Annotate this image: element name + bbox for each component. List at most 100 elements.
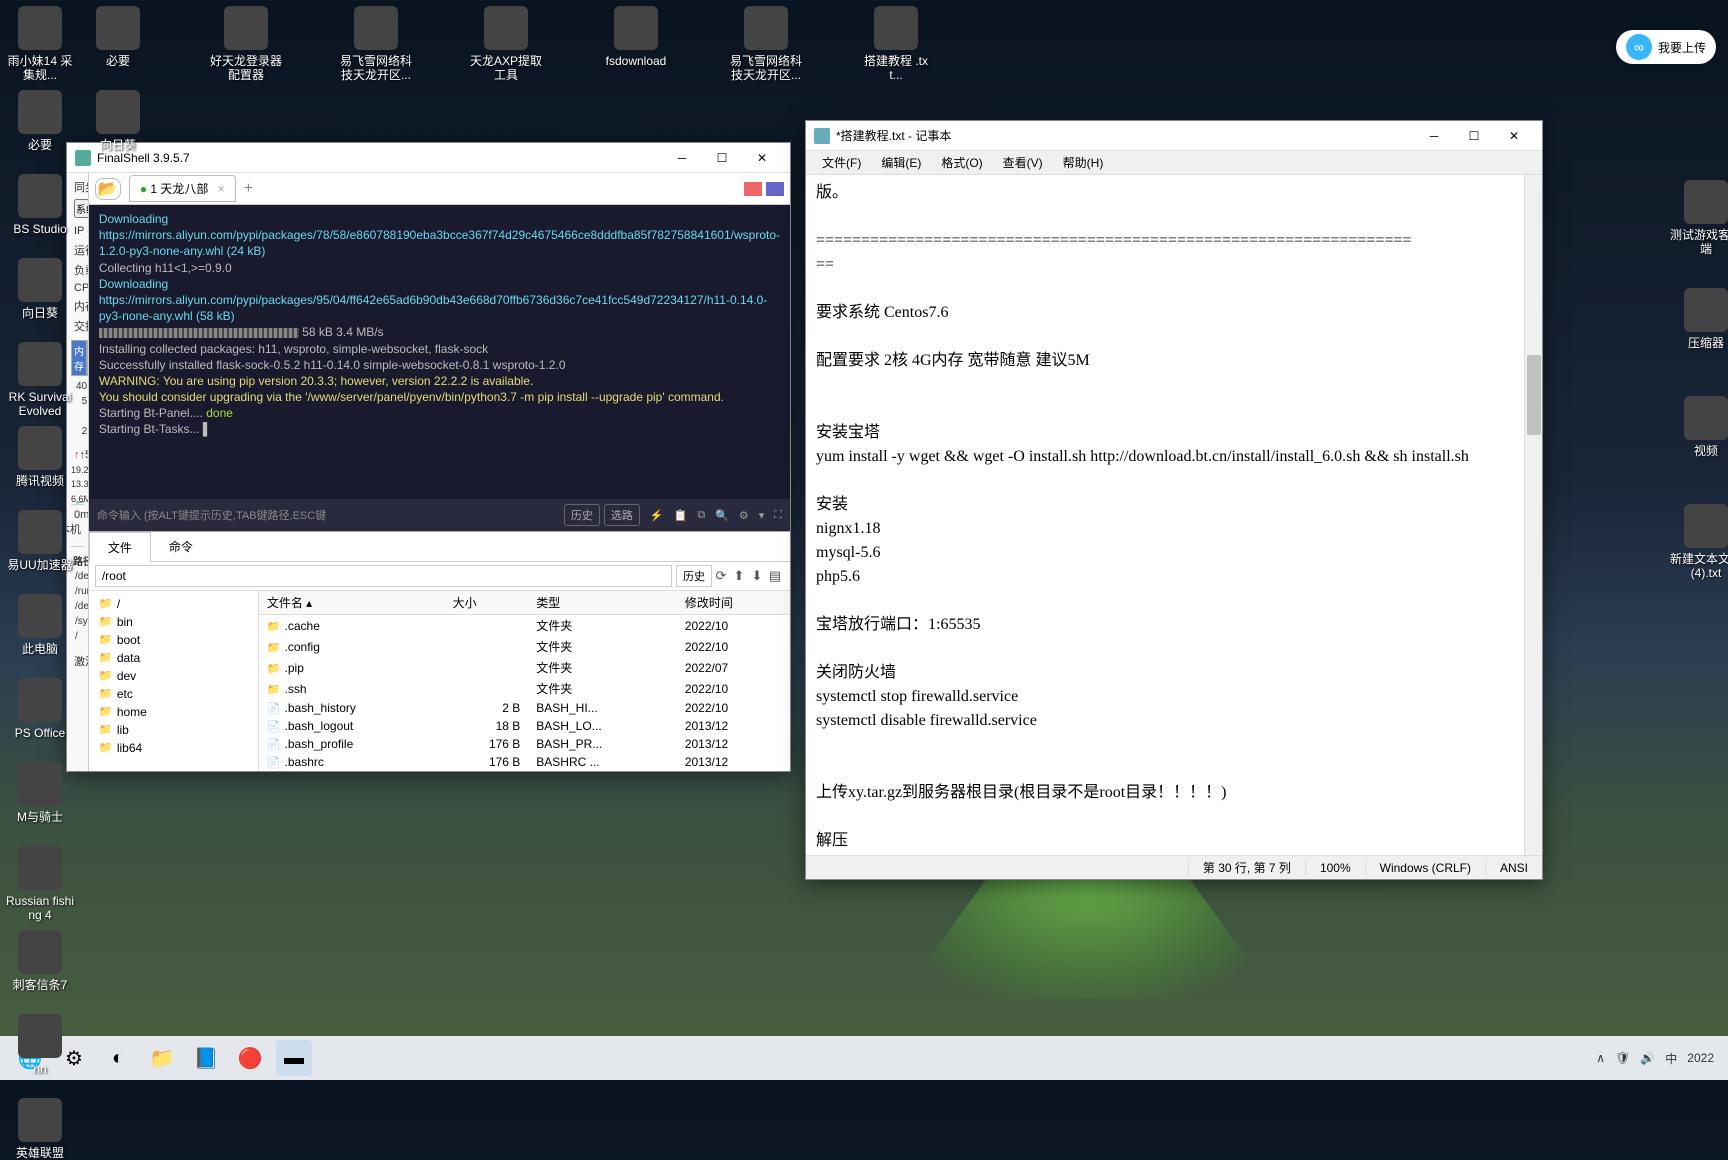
history-button[interactable]: 历史	[564, 504, 600, 526]
gear-icon[interactable]: ⚙	[739, 509, 749, 522]
desktop-icon[interactable]: 英雄联盟	[4, 1098, 76, 1160]
table-row[interactable]: .ssh文件夹2022/10	[259, 678, 790, 699]
tree-node[interactable]: data	[89, 649, 258, 667]
tree-node[interactable]: boot	[89, 631, 258, 649]
desktop-icon[interactable]: 必要	[4, 90, 76, 152]
scrollbar-thumb[interactable]	[1527, 355, 1541, 435]
tree-node[interactable]: /	[89, 595, 258, 613]
desktop-icon[interactable]: 易UU加速器	[4, 510, 76, 572]
add-tab-button[interactable]: +	[244, 180, 253, 198]
menu-item[interactable]: 查看(V)	[993, 151, 1053, 174]
table-row[interactable]: .bashrc176 BBASHRC ...2013/12	[259, 753, 790, 771]
maximize-button[interactable]: ☐	[702, 143, 742, 173]
desktop-icon[interactable]: 必要	[82, 6, 154, 68]
tree-node[interactable]: home	[89, 703, 258, 721]
close-button[interactable]: ✕	[742, 143, 782, 173]
copy-icon[interactable]: ⧉	[697, 509, 705, 522]
desktop-icon[interactable]: 测试游戏客户端	[1670, 180, 1728, 257]
ime-icon[interactable]: 中	[1665, 1050, 1677, 1067]
tab-files[interactable]: 文件	[89, 532, 151, 562]
desktop-icon[interactable]: M与骑士	[4, 762, 76, 824]
desktop-icon[interactable]: 易飞雪网络科技天龙开区...	[340, 6, 412, 83]
icon-label: 易飞雪网络科技天龙开区...	[730, 54, 802, 83]
desktop-icon[interactable]: 易飞雪网络科技天龙开区...	[730, 6, 802, 83]
list-view-icon[interactable]	[766, 182, 784, 196]
tray-icon[interactable]: 🔊	[1640, 1051, 1655, 1065]
terminal-output[interactable]: Downloading https://mirrors.aliyun.com/p…	[89, 205, 790, 499]
tree-node[interactable]: lib	[89, 721, 258, 739]
menu-item[interactable]: 帮助(H)	[1053, 151, 1114, 174]
desktop-icon[interactable]: nn	[4, 1014, 76, 1076]
search-icon[interactable]: 🔍	[715, 509, 729, 522]
desktop-icon[interactable]: 新建文本文档(4).txt	[1670, 504, 1728, 581]
bolt-icon[interactable]: ⚡	[650, 509, 664, 522]
steam-button[interactable]: ◐	[100, 1040, 136, 1076]
desktop-icon[interactable]: 视频	[1670, 396, 1728, 458]
clock[interactable]: 2022	[1687, 1051, 1714, 1065]
file-panel: 文件 命令 历史 ⟳ ⬆ ⬇ ▤ /binbootdatadevetchomel…	[89, 531, 790, 771]
table-row[interactable]: .bash_logout18 BBASH_LO...2013/12	[259, 717, 790, 735]
tab-commands[interactable]: 命令	[151, 532, 211, 561]
table-row[interactable]: .cache文件夹2022/10	[259, 615, 790, 637]
tree-node[interactable]: bin	[89, 613, 258, 631]
desktop-icon[interactable]: 压缩器	[1670, 288, 1728, 350]
explorer-button[interactable]: 📁	[144, 1040, 180, 1076]
path-history-button[interactable]: 历史	[676, 565, 712, 587]
grid-view-icon[interactable]	[744, 182, 762, 196]
desktop-icon[interactable]: fsdownload	[600, 6, 672, 68]
desktop-icon[interactable]: 雨小妹14 采集规...	[4, 6, 76, 83]
more-icon[interactable]: ▤	[766, 568, 784, 584]
sysinfo-button[interactable]: 系统信息	[74, 199, 89, 218]
table-row[interactable]: .bash_profile176 BBASH_PR...2013/12	[259, 735, 790, 753]
desktop-icon[interactable]: 此电脑	[4, 594, 76, 656]
menu-item[interactable]: 编辑(E)	[871, 151, 931, 174]
upload-icon[interactable]: ⬆	[730, 568, 748, 584]
app-icon	[18, 1098, 62, 1142]
file-list[interactable]: 文件名 ▴ 大小 类型 修改时间 .cache文件夹2022/10.config…	[259, 591, 790, 771]
notepad-content[interactable]	[806, 175, 1524, 855]
table-row[interactable]: .pip文件夹2022/07	[259, 657, 790, 678]
refresh-icon[interactable]: ⟳	[712, 568, 730, 584]
folder-icon[interactable]: 📂	[95, 178, 121, 200]
scrollbar[interactable]	[1524, 175, 1542, 855]
desktop-icon[interactable]: 搭建教程 .txt...	[860, 6, 932, 83]
table-row[interactable]: .config文件夹2022/10	[259, 636, 790, 657]
app-button[interactable]: 🔴	[232, 1040, 268, 1076]
desktop-icon[interactable]: 向日葵	[4, 258, 76, 320]
desktop-icon[interactable]: BS Studio	[4, 174, 76, 236]
desktop-icon[interactable]: 腾讯视频	[4, 426, 76, 488]
finalshell-titlebar[interactable]: FinalShell 3.9.5.7 ─ ☐ ✕	[67, 143, 790, 173]
minimize-button[interactable]: ─	[662, 143, 702, 173]
maximize-button[interactable]: ☐	[1454, 121, 1494, 151]
path-input[interactable]	[95, 565, 672, 587]
menu-item[interactable]: 格式(O)	[931, 151, 992, 174]
chevron-down-icon[interactable]: ▾	[759, 509, 765, 522]
notepad-titlebar[interactable]: *搭建教程.txt - 记事本 ─ ☐ ✕	[806, 121, 1542, 151]
ip-label: IP 81.69.229.128	[74, 225, 89, 237]
tree-node[interactable]: lib64	[89, 739, 258, 757]
desktop-icon[interactable]: 向日葵	[82, 90, 154, 152]
minimize-button[interactable]: ─	[1414, 121, 1454, 151]
path-button[interactable]: 选路	[604, 504, 640, 526]
table-row[interactable]: .bash_history2 BBASH_HI...2022/10	[259, 699, 790, 717]
tray-icon[interactable]: ∧	[1596, 1051, 1605, 1065]
desktop-icon[interactable]: PS Office	[4, 678, 76, 740]
session-tab[interactable]: ● 1 天龙八部 ×	[129, 175, 236, 202]
directory-tree[interactable]: /binbootdatadevetchomeliblib64	[89, 591, 259, 771]
tree-node[interactable]: etc	[89, 685, 258, 703]
terminal-button[interactable]: ▬	[276, 1040, 312, 1076]
upload-widget[interactable]: ∞ 我要上传	[1616, 30, 1716, 64]
desktop-icon[interactable]: 好天龙登录器 配置器	[210, 6, 282, 83]
close-button[interactable]: ✕	[1494, 121, 1534, 151]
desktop-icon[interactable]: Russian fishing 4	[4, 846, 76, 923]
app-button[interactable]: 📘	[188, 1040, 224, 1076]
download-icon[interactable]: ⬇	[748, 568, 766, 584]
clipboard-icon[interactable]: 📋	[674, 509, 688, 522]
tray-icon[interactable]: 🛡	[1615, 1051, 1630, 1065]
menu-item[interactable]: 文件(F)	[812, 151, 871, 174]
tree-node[interactable]: dev	[89, 667, 258, 685]
desktop-icon[interactable]: 刺客信条7	[4, 930, 76, 992]
fullscreen-icon[interactable]: ⛶	[774, 509, 782, 522]
desktop-icon[interactable]: RK Survival Evolved	[4, 342, 76, 419]
desktop-icon[interactable]: 天龙AXP提取 工具	[470, 6, 542, 83]
